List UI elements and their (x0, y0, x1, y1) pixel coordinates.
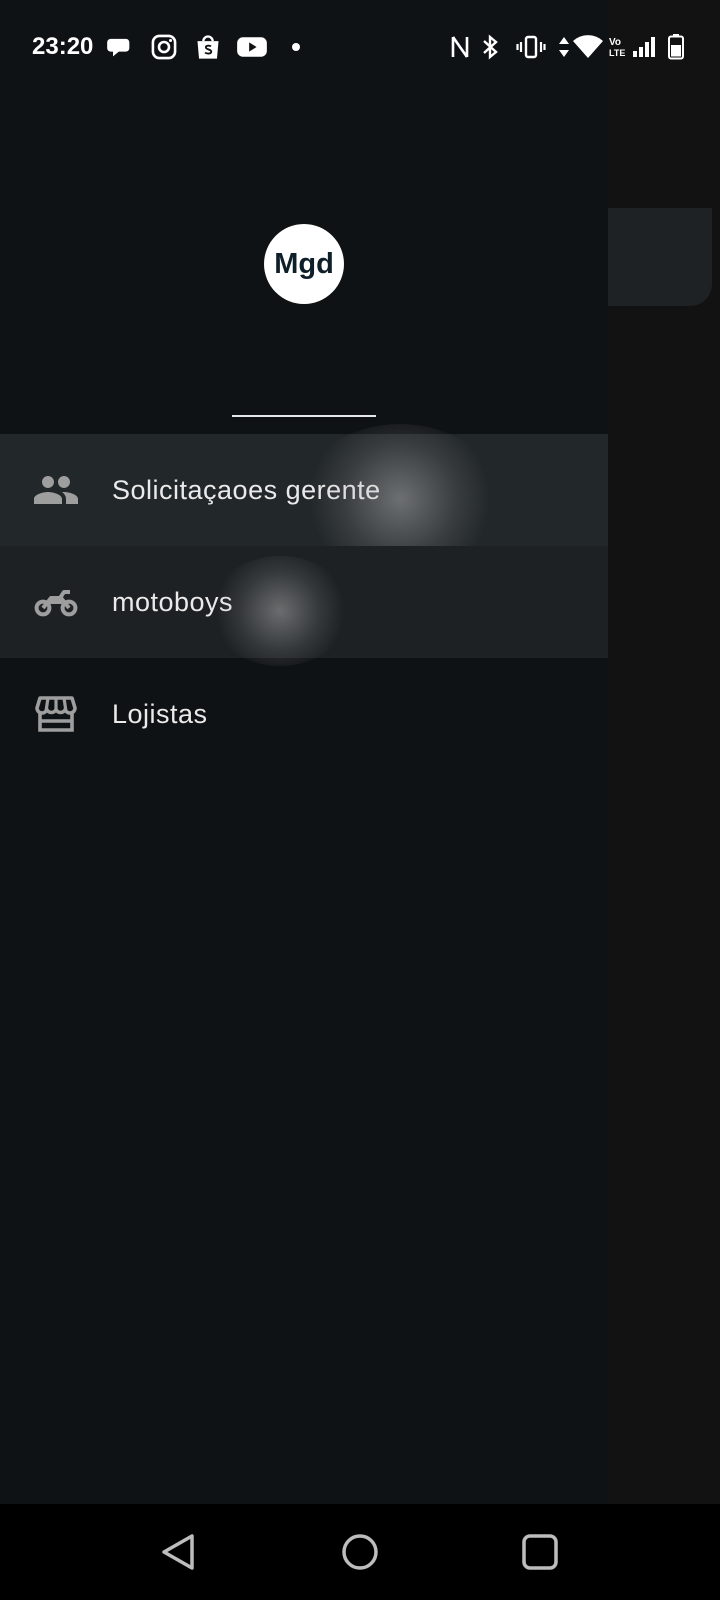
svg-text:LTE: LTE (609, 48, 625, 58)
people-icon (32, 466, 80, 514)
status-bar: 23:20 Vo LTE (0, 0, 720, 98)
menu-item-label: Solicitaçaoes gerente (112, 474, 381, 505)
menu-item-label: motoboys (112, 586, 234, 617)
wifi-icon (572, 33, 604, 61)
back-triangle-icon[interactable] (156, 1528, 204, 1576)
svg-text:Vo: Vo (609, 37, 621, 48)
instagram-icon (150, 33, 178, 61)
dot-icon (286, 33, 306, 61)
navigation-drawer: Mgd Solicitaçaoes gerente motoboys Lojis… (0, 0, 608, 1504)
storefront-icon (32, 690, 80, 738)
menu-item-label: Lojistas (112, 698, 208, 729)
shopee-bag-icon (194, 33, 222, 61)
menu-item-lojistas[interactable]: Lojistas (0, 658, 608, 770)
battery-icon (666, 33, 686, 61)
nfc-icon (448, 33, 472, 61)
volte-icon: Vo LTE (608, 33, 626, 61)
header-divider (232, 415, 376, 417)
home-circle-icon[interactable] (336, 1528, 384, 1576)
status-time: 23:20 (32, 33, 94, 60)
menu-item-solicitacoes-gerente[interactable]: Solicitaçaoes gerente (0, 424, 608, 574)
avatar[interactable]: Mgd (264, 224, 344, 304)
system-navigation-bar (0, 1504, 720, 1600)
chat-bubble-icon (106, 33, 134, 61)
bluetooth-icon (478, 33, 502, 61)
motorcycle-icon (32, 578, 80, 626)
recents-square-icon[interactable] (516, 1528, 564, 1576)
vibrate-icon (516, 33, 546, 61)
signal-icon (632, 33, 658, 61)
youtube-icon (236, 33, 268, 61)
menu-item-motoboys[interactable]: motoboys (0, 546, 608, 666)
data-arrows-icon (556, 33, 572, 61)
